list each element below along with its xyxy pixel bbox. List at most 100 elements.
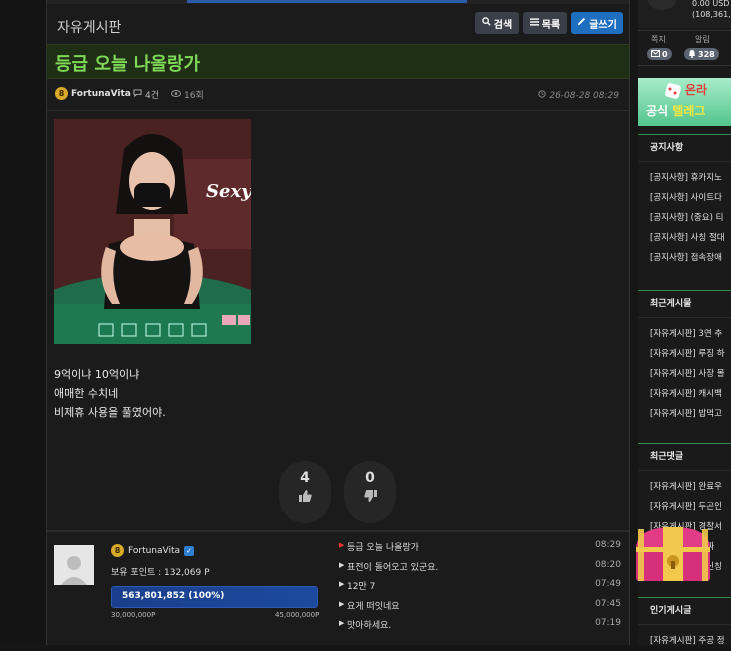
list-item[interactable]: [공지사항] 휴카지노 xyxy=(638,168,731,188)
avatar[interactable] xyxy=(54,545,94,585)
search-button[interactable]: 검색 xyxy=(475,12,519,34)
user-avatar-icon[interactable] xyxy=(648,0,676,10)
list-item[interactable]: ▶ 맛아하세요. 07:19 xyxy=(339,616,621,636)
post-date: 26-08-28 08:29 xyxy=(538,90,619,101)
progress-min: 30,000,000P xyxy=(111,611,156,619)
write-button[interactable]: 글쓰기 xyxy=(571,12,623,34)
thumbs-down-icon xyxy=(344,490,396,506)
treasure-chest-icon[interactable] xyxy=(632,523,714,585)
dislike-count: 0 xyxy=(365,470,375,486)
recent-post-title: 12만 7 xyxy=(347,582,376,592)
list-item[interactable]: [공지사항] 사이트다 xyxy=(638,188,731,208)
banner-line2: 공식 텔레그 xyxy=(646,102,705,119)
recent-posts-title: 최근게시물 xyxy=(638,291,731,318)
recent-post-time: 07:49 xyxy=(595,579,621,589)
list-item[interactable]: [자유게시판] 사장 몰 xyxy=(638,364,731,384)
verified-icon: ✓ xyxy=(184,545,195,556)
popular-posts-section: 인기게시글 [자유게시판] 주공 정 xyxy=(638,597,731,651)
level-badge-icon: 8 xyxy=(55,87,68,100)
alerts-badge[interactable]: 328 xyxy=(684,48,719,60)
arrow-right-icon: ▶ xyxy=(339,580,345,588)
thumbs-up-icon xyxy=(279,490,331,506)
points-text: 보유 포인트 : 132,069 P xyxy=(111,568,210,578)
recent-post-title: 등급 오늘 나올랑가 xyxy=(347,543,419,553)
post-author[interactable]: 8 FortunaVita xyxy=(55,87,131,100)
list-item[interactable]: [자유게시판] 완료우 xyxy=(638,477,731,497)
level-badge-icon: 8 xyxy=(111,544,124,557)
board-title: 자유게시판 xyxy=(57,20,122,36)
comment-count: 4건 xyxy=(133,88,159,101)
post-view: 자유게시판 검색 목록 글쓰기 등급 오늘 나올랑가 8 FortunaVita xyxy=(46,0,630,645)
pencil-icon xyxy=(577,17,586,29)
left-gutter xyxy=(0,0,46,645)
list-button-label: 목록 xyxy=(541,19,561,31)
tab-notes[interactable]: 쪽지 xyxy=(651,34,666,45)
list-item[interactable]: [자유게시판] 밥먹고 xyxy=(638,404,731,424)
alerts-count: 328 xyxy=(698,49,715,59)
popular-posts-list: [자유게시판] 주공 정 xyxy=(638,625,731,651)
arrow-right-icon: ▶ xyxy=(339,541,345,549)
comment-count-value: 4건 xyxy=(145,91,160,101)
notes-badge[interactable]: 0 xyxy=(647,48,672,60)
recent-post-title: 표전이 돌어오고 있군요. xyxy=(347,562,439,573)
list-icon xyxy=(529,17,539,29)
view-count: 16회 xyxy=(171,88,204,101)
banner-line2-b: 텔레그 xyxy=(672,104,706,118)
list-item[interactable]: [공지사항] (중요) 티 xyxy=(638,208,731,228)
wallet-summary: 0.00 USD (108,361, xyxy=(638,0,731,28)
list-button[interactable]: 목록 xyxy=(523,12,567,34)
recent-posts-list: [자유게시판] 3연 추 [자유게시판] 루징 하 [자유게시판] 사장 몰 [… xyxy=(638,318,731,424)
list-item[interactable]: ▶ 요게 떠잇네요 07:45 xyxy=(339,597,621,617)
telegram-banner[interactable]: 온라 공식 텔레그 xyxy=(638,78,731,126)
clock-icon xyxy=(538,90,547,101)
image-watermark: Sexy xyxy=(206,181,251,202)
wallet-balance: 0.00 USD (108,361, xyxy=(692,0,731,20)
post-body-line: 애매한 수치네 xyxy=(54,387,119,400)
list-item[interactable]: ▶ 등급 오늘 나올랑가 08:29 xyxy=(339,538,621,558)
list-item[interactable]: [자유게시판] 캐시백 xyxy=(638,384,731,404)
user-tabs: 쪽지 알림 0 328 xyxy=(638,30,731,66)
list-item[interactable]: ▶ 12만 7 07:49 xyxy=(339,577,621,597)
recent-post-time: 07:19 xyxy=(595,618,621,628)
wallet-balance-usd: 0.00 USD xyxy=(692,0,730,8)
like-button[interactable]: 4 xyxy=(279,461,331,523)
arrow-right-icon: ▶ xyxy=(339,560,345,569)
recent-post-title: 요게 떠잇네요 xyxy=(347,601,400,612)
profile-name-value: FortunaVita xyxy=(128,545,181,556)
post-meta: 8 FortunaVita 4건 16회 26-08-28 08:29 xyxy=(47,78,629,111)
list-item[interactable]: [자유게시판] 두곤인 xyxy=(638,497,731,517)
recent-comments-title: 최근댓글 xyxy=(638,444,731,471)
author-recent-posts: ▶ 등급 오늘 나올랑가 08:29 ▶ 표전이 돌어오고 있군요. 08:20… xyxy=(339,538,621,636)
progress-max: 45,000,000P xyxy=(275,611,320,619)
profile-name[interactable]: 8 FortunaVita ✓ xyxy=(111,544,195,557)
section-divider xyxy=(47,530,629,532)
recent-post-time: 08:20 xyxy=(595,559,621,570)
post-body-line: 9억이냐 10억이냐 xyxy=(54,368,140,381)
tab-alerts[interactable]: 알림 xyxy=(695,34,710,45)
board-header: 자유게시판 검색 목록 글쓰기 xyxy=(47,8,629,42)
recent-post-time: 07:45 xyxy=(595,598,621,609)
level-progress-bar: 563,801,852 (100%) xyxy=(111,586,318,608)
post-title: 등급 오늘 나올랑가 xyxy=(55,54,201,75)
banner-line1: 온라 xyxy=(685,83,708,97)
list-item[interactable]: [자유게시판] 루징 하 xyxy=(638,344,731,364)
list-item[interactable]: [공지사항] 사칭 절대 xyxy=(638,228,731,248)
search-button-label: 검색 xyxy=(493,19,513,31)
list-item[interactable]: [공지사항] 접속장애 xyxy=(638,248,731,268)
list-item[interactable]: ▶ 표전이 돌어오고 있군요. 08:20 xyxy=(339,558,621,578)
post-title-bar: 등급 오늘 나올랑가 xyxy=(47,44,629,79)
dislike-button[interactable]: 0 xyxy=(344,461,396,523)
search-icon xyxy=(482,17,491,29)
level-progress-label: 563,801,852 (100%) xyxy=(122,591,225,601)
bell-icon xyxy=(688,49,696,60)
dice-icon xyxy=(664,82,682,104)
notice-section: 공지사항 [공지사항] 휴카지노 [공지사항] 사이트다 [공지사항] (중요)… xyxy=(638,134,731,268)
author-profile: 8 FortunaVita ✓ 보유 포인트 : 132,069 P 563,8… xyxy=(47,533,629,633)
list-item[interactable]: [자유게시판] 3연 추 xyxy=(638,324,731,344)
post-image[interactable]: Sexy xyxy=(54,119,251,344)
post-author-name: FortunaVita xyxy=(71,88,131,99)
list-item[interactable]: [자유게시판] 주공 정 xyxy=(638,631,731,651)
post-body: 9억이냐 10억이냐 애매한 수치네 비제휴 사용을 풀였어야. xyxy=(54,365,166,422)
recent-post-time: 08:29 xyxy=(595,540,621,550)
banner-line2-a: 공식 xyxy=(646,104,673,118)
